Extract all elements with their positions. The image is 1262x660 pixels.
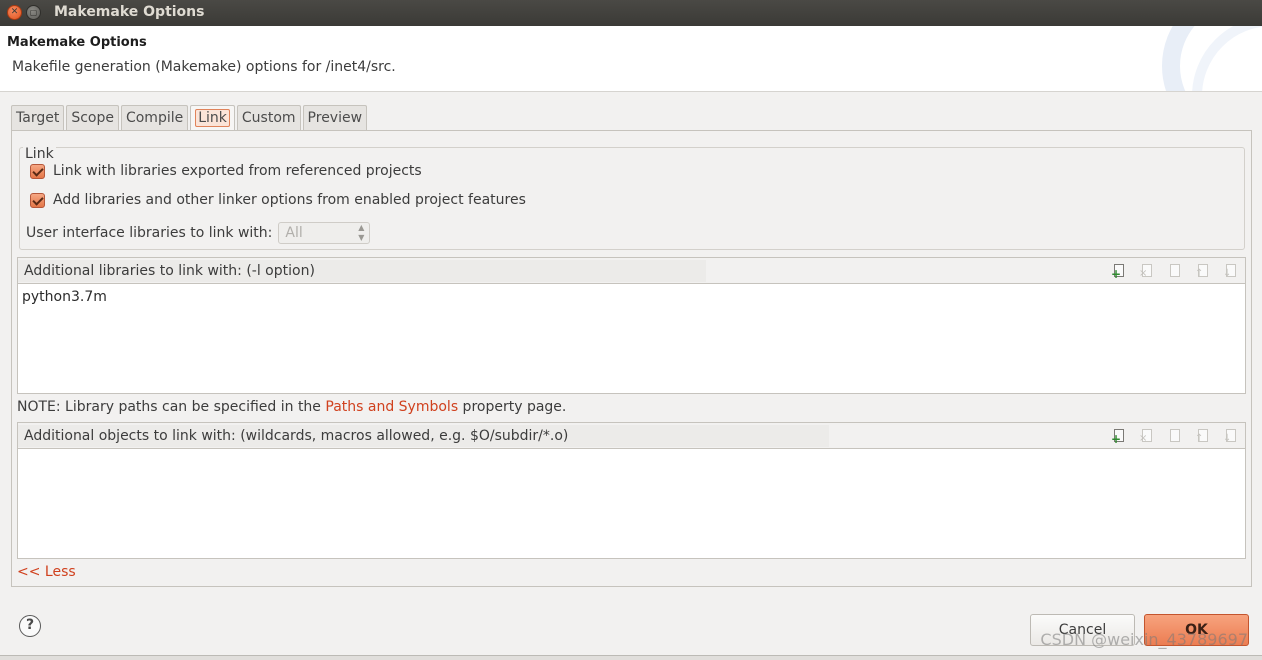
objects-panel: Additional objects to link with: (wildca… <box>17 422 1246 559</box>
libraries-toolbar: + × ↑ ↓ <box>1101 263 1241 280</box>
ui-libraries-select[interactable]: All ▲ ▼ <box>278 222 371 244</box>
ui-libraries-value: All <box>285 225 303 241</box>
edit-icon <box>1170 429 1180 442</box>
libraries-panel: Additional libraries to link with: (-l o… <box>17 257 1246 394</box>
window-titlebar: ✕ ▢ Makemake Options <box>0 0 1262 26</box>
window-close-button[interactable]: ✕ <box>7 5 22 20</box>
bottom-strip <box>0 655 1262 660</box>
remove-library-button[interactable]: × <box>1139 263 1157 279</box>
move-up-library-button[interactable]: ↑ <box>1195 263 1213 279</box>
libraries-panel-header: Additional libraries to link with: (-l o… <box>18 258 1245 284</box>
libraries-panel-title: Additional libraries to link with: (-l o… <box>18 260 706 282</box>
objects-panel-title: Additional objects to link with: (wildca… <box>18 425 829 447</box>
link-tab-panel: Link Link with libraries exported from r… <box>11 130 1252 587</box>
list-item[interactable]: python3.7m <box>22 289 107 305</box>
note-suffix: property page. <box>458 399 567 415</box>
tab-bar: Target Scope Compile Link Custom Preview <box>11 105 369 132</box>
link-group: Link Link with libraries exported from r… <box>19 146 1245 250</box>
dialog-header: Makemake Options Makefile generation (Ma… <box>0 26 1262 92</box>
window-title: Makemake Options <box>54 4 205 20</box>
move-up-object-button[interactable]: ↑ <box>1195 428 1213 444</box>
remove-object-button[interactable]: × <box>1139 428 1157 444</box>
objects-toolbar: + × ↑ ↓ <box>1101 428 1241 445</box>
library-paths-note: NOTE: Library paths can be specified in … <box>17 399 566 415</box>
tab-custom[interactable]: Custom <box>236 105 301 131</box>
link-exported-libraries-option[interactable]: Link with libraries exported from refere… <box>30 163 422 179</box>
objects-panel-header: Additional objects to link with: (wildca… <box>18 423 1245 449</box>
less-options-link[interactable]: << Less <box>17 564 76 580</box>
add-feature-libraries-checkbox[interactable] <box>30 192 45 208</box>
tab-preview[interactable]: Preview <box>302 105 368 131</box>
dialog-description: Makefile generation (Makemake) options f… <box>12 59 396 75</box>
close-icon: ✕ <box>10 7 19 17</box>
note-prefix: NOTE: Library paths can be specified in … <box>17 399 326 415</box>
objects-list[interactable] <box>18 449 1245 558</box>
add-feature-libraries-label: Add libraries and other linker options f… <box>53 192 526 208</box>
tab-target[interactable]: Target <box>11 105 65 131</box>
link-group-legend: Link <box>23 146 56 162</box>
tab-link-label: Link <box>195 109 230 127</box>
add-feature-libraries-option[interactable]: Add libraries and other linker options f… <box>30 192 526 208</box>
add-object-button[interactable]: + <box>1111 428 1129 445</box>
move-down-library-button[interactable]: ↓ <box>1223 263 1241 279</box>
help-icon: ? <box>25 617 35 633</box>
dialog-title: Makemake Options <box>7 35 147 50</box>
paths-and-symbols-link[interactable]: Paths and Symbols <box>325 399 458 415</box>
maximize-icon: ▢ <box>29 8 38 17</box>
add-library-button[interactable]: + <box>1111 263 1129 280</box>
watermark: CSDN @weixin_43789697 <box>1040 630 1248 649</box>
edit-library-button[interactable] <box>1167 263 1185 279</box>
tab-scope[interactable]: Scope <box>66 105 119 131</box>
edit-object-button[interactable] <box>1167 428 1185 444</box>
link-exported-libraries-label: Link with libraries exported from refere… <box>53 163 422 179</box>
edit-icon <box>1170 264 1180 277</box>
link-exported-libraries-checkbox[interactable] <box>30 163 45 179</box>
ui-libraries-row: User interface libraries to link with: A… <box>26 222 371 244</box>
help-button[interactable]: ? <box>19 615 41 637</box>
tab-link[interactable]: Link <box>190 105 235 132</box>
tab-compile[interactable]: Compile <box>120 105 189 131</box>
combo-updown-icon: ▲ ▼ <box>358 223 365 242</box>
move-down-object-button[interactable]: ↓ <box>1223 428 1241 444</box>
libraries-list[interactable]: python3.7m <box>18 284 1245 393</box>
window-maximize-button[interactable]: ▢ <box>26 5 41 20</box>
ui-libraries-label: User interface libraries to link with: <box>26 225 273 241</box>
